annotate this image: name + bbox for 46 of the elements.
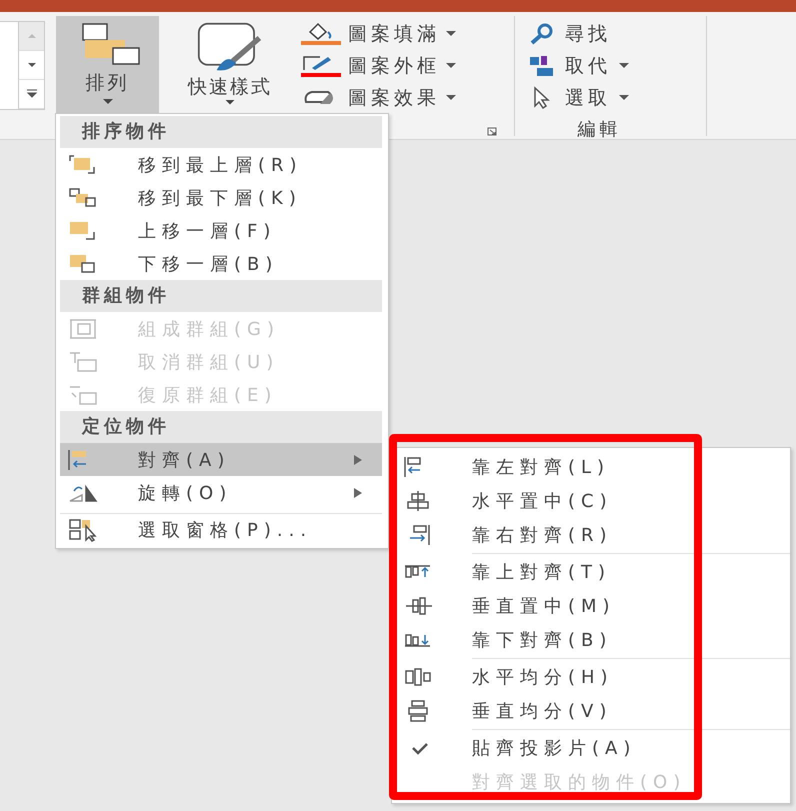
align-bottom-icon: [404, 634, 430, 646]
menu-item[interactable]: 旋轉(O): [60, 476, 382, 509]
caret-down-icon: [446, 63, 456, 69]
ungroup-icon: [68, 350, 100, 374]
editing-command-button[interactable]: 尋找: [527, 18, 611, 50]
menu-item[interactable]: 移到最上層(R): [60, 148, 382, 181]
group-label: 編輯: [578, 118, 622, 141]
paint-bucket-icon: [300, 22, 342, 46]
menu-section-header: 定位物件: [60, 411, 382, 443]
pencil-icon: [300, 54, 342, 78]
align-left-icon: [68, 448, 88, 470]
menu-item[interactable]: 垂直置中(M): [392, 589, 790, 623]
menu-section-header: 群組物件: [60, 280, 382, 312]
arrange-button[interactable]: 排列: [56, 16, 159, 113]
caret-down-icon: [446, 95, 456, 101]
quick-styles-button[interactable]: 快速樣式: [166, 16, 294, 113]
menu-item[interactable]: 靠下對齊(B): [392, 623, 790, 657]
caret-down-icon: [26, 60, 38, 70]
editing-command-button[interactable]: 選取: [527, 82, 629, 114]
menu-item[interactable]: 上移一層(F): [60, 214, 382, 247]
menu-section-header: 排序物件: [60, 116, 382, 148]
gallery-scroll-button[interactable]: [18, 80, 44, 109]
caret-down-icon: [446, 31, 456, 37]
menu-item[interactable]: 靠上對齊(T): [392, 555, 790, 589]
editing-command-button[interactable]: 取代: [527, 50, 629, 82]
align-top-icon: [404, 565, 430, 579]
menu-item[interactable]: 水平均分(H): [392, 660, 790, 694]
menu-item[interactable]: 垂直均分(V): [392, 694, 790, 728]
menu-item[interactable]: 移到最下層(K): [60, 181, 382, 214]
caret-down-icon: [102, 99, 112, 105]
menu-item[interactable]: 靠左對齊(L): [392, 450, 790, 484]
align-left-icon: [404, 456, 422, 478]
menu-item[interactable]: 水平置中(C): [392, 484, 790, 518]
caret-down-icon: [225, 100, 235, 105]
menu-item[interactable]: 對齊(A): [60, 443, 382, 476]
caret-down-icon: [619, 63, 629, 69]
shape-command-button[interactable]: 圖案外框: [300, 50, 500, 82]
more-icon: [26, 89, 38, 99]
menu-item[interactable]: 貼齊投影片(A): [392, 731, 790, 765]
caret-down-icon: [619, 95, 629, 101]
shape-command-button[interactable]: 圖案填滿: [300, 18, 500, 50]
dialog-launcher-icon[interactable]: [487, 127, 497, 136]
menu-item[interactable]: 下移一層(B): [60, 247, 382, 280]
caret-up-icon: [26, 31, 38, 41]
menu-item[interactable]: 靠右對齊(R): [392, 518, 790, 552]
menu-item[interactable]: 選取窗格(P)...: [60, 513, 382, 546]
